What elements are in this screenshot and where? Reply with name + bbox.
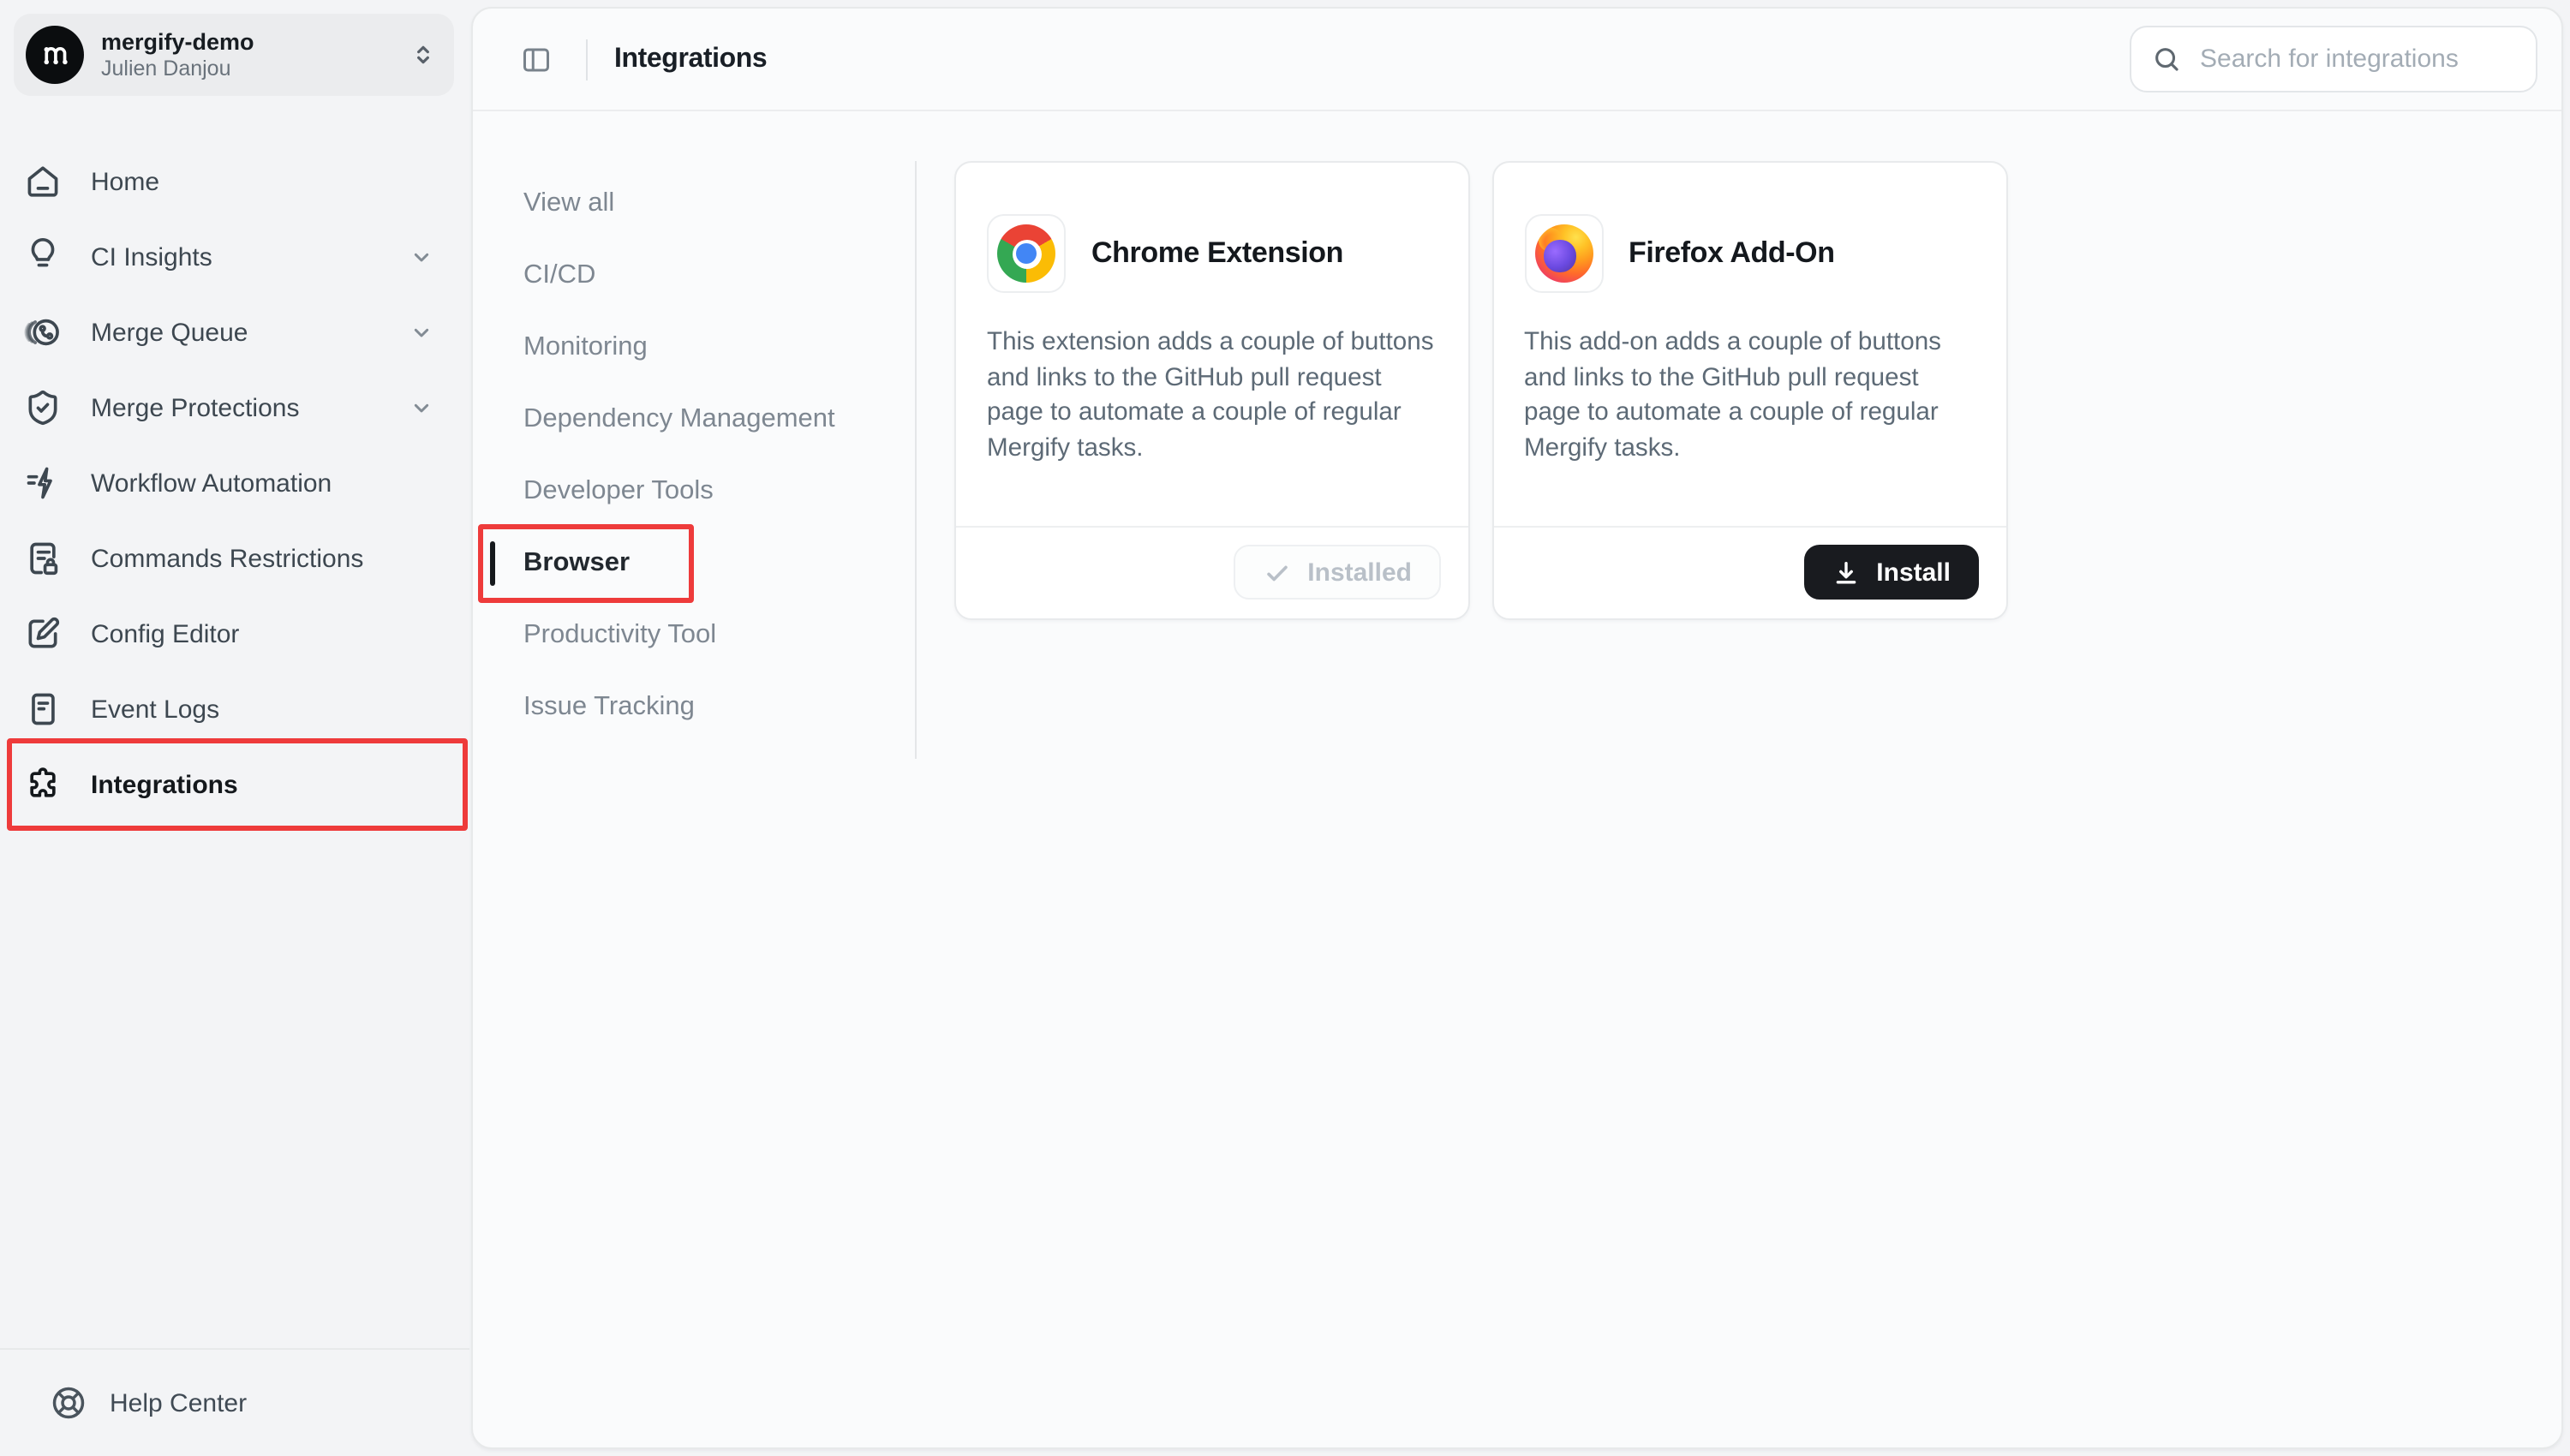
- sidebar: mergify-demo Julien Danjou Home CI Insig…: [0, 0, 469, 1456]
- sidebar-item-merge-queue[interactable]: Merge Queue: [14, 298, 456, 367]
- download-icon: [1832, 558, 1861, 588]
- workspace-user: Julien Danjou: [101, 56, 409, 81]
- sidebar-footer: Help Center: [0, 1348, 469, 1456]
- chrome-logo: [997, 224, 1055, 283]
- mergify-logo-avatar: [26, 26, 84, 84]
- sidebar-item-integrations[interactable]: Integrations: [14, 750, 456, 819]
- puzzle-icon: [24, 766, 62, 803]
- category-dependency-management[interactable]: Dependency Management: [489, 384, 900, 456]
- help-center-link[interactable]: Help Center: [110, 1388, 247, 1417]
- category-issue-tracking[interactable]: Issue Tracking: [489, 671, 900, 743]
- category-browser[interactable]: Browser: [489, 528, 900, 600]
- category-divider: [915, 161, 917, 759]
- integration-cards: Chrome Extension This extension adds a c…: [954, 161, 2007, 620]
- integration-card-firefox-add-on: Firefox Add-On This add-on adds a couple…: [1491, 161, 2007, 620]
- integrations-content: View all CI/CD Monitoring Dependency Man…: [472, 111, 2561, 1447]
- install-button[interactable]: Install: [1804, 546, 1978, 600]
- file-text-icon: [24, 690, 62, 728]
- lightbulb-icon: [24, 238, 62, 276]
- category-ci-cd[interactable]: CI/CD: [489, 240, 900, 312]
- search-input[interactable]: [2196, 43, 2519, 75]
- sidebar-item-event-logs[interactable]: Event Logs: [14, 675, 456, 743]
- integration-card-footer: Install: [1493, 525, 2005, 618]
- sidebar-item-config-editor[interactable]: Config Editor: [14, 600, 456, 668]
- page-title: Integrations: [614, 44, 767, 75]
- firefox-logo: [1534, 224, 1593, 283]
- integration-card-chrome-extension: Chrome Extension This extension adds a c…: [954, 161, 1470, 620]
- square-pen-icon: [24, 615, 62, 653]
- sidebar-item-home[interactable]: Home: [14, 147, 456, 216]
- chevrons-up-down-icon: [409, 41, 437, 69]
- chevron-down-icon: [408, 394, 435, 421]
- integration-card-footer: Installed: [956, 525, 1468, 618]
- chevron-down-icon: [408, 319, 435, 346]
- home-icon: [24, 163, 62, 200]
- integration-title: Chrome Extension: [1091, 236, 1343, 271]
- sidebar-toggle-button[interactable]: [520, 44, 551, 75]
- main-panel: Integrations View all CI/CD Monitoring D…: [470, 7, 2563, 1449]
- panel-left-icon: [520, 44, 551, 75]
- sidebar-item-ci-insights[interactable]: CI Insights: [14, 223, 456, 291]
- integration-description: This add-on adds a couple of buttons and…: [1524, 325, 1975, 466]
- header-divider: [585, 39, 587, 80]
- active-category-bar: [489, 541, 495, 586]
- file-lock-icon: [24, 540, 62, 577]
- integration-description: This extension adds a couple of buttons …: [987, 325, 1437, 466]
- category-productivity-tool[interactable]: Productivity Tool: [489, 600, 900, 671]
- main-header: Integrations: [472, 9, 2561, 111]
- search-box[interactable]: [2130, 26, 2537, 92]
- workflow-zap-icon: [24, 464, 62, 502]
- chevron-down-icon: [408, 243, 435, 271]
- sidebar-item-merge-protections[interactable]: Merge Protections: [14, 373, 456, 442]
- life-buoy-icon: [50, 1384, 87, 1422]
- workspace-org: mergify-demo: [101, 28, 409, 56]
- installed-button[interactable]: Installed: [1234, 546, 1441, 600]
- shield-check-icon: [24, 389, 62, 427]
- sidebar-item-workflow-automation[interactable]: Workflow Automation: [14, 449, 456, 517]
- sidebar-item-commands-restrictions[interactable]: Commands Restrictions: [14, 524, 456, 593]
- integration-title: Firefox Add-On: [1629, 236, 1835, 271]
- workspace-info: mergify-demo Julien Danjou: [101, 28, 409, 81]
- category-developer-tools[interactable]: Developer Tools: [489, 456, 900, 528]
- search-icon: [2152, 45, 2181, 74]
- check-icon: [1263, 558, 1292, 588]
- merge-queue-icon: [24, 313, 62, 351]
- category-list: View all CI/CD Monitoring Dependency Man…: [489, 168, 900, 743]
- category-monitoring[interactable]: Monitoring: [489, 312, 900, 384]
- app: mergify-demo Julien Danjou Home CI Insig…: [0, 0, 2570, 1456]
- workspace-switcher[interactable]: mergify-demo Julien Danjou: [14, 14, 454, 96]
- sidebar-nav: Home CI Insights Merge Queue Merge Prote…: [14, 147, 456, 826]
- category-view-all[interactable]: View all: [489, 168, 900, 240]
